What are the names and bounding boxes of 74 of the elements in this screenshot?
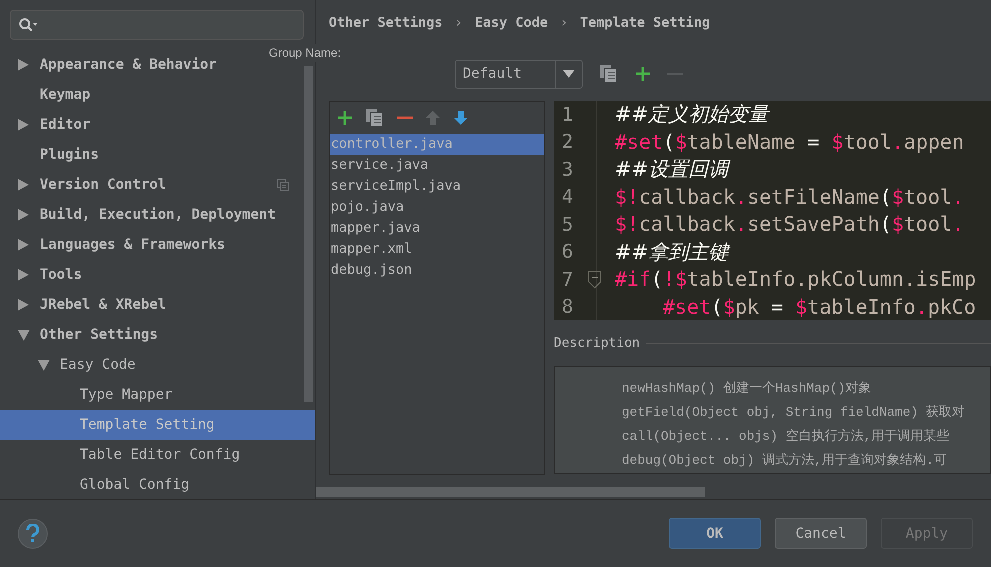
move-down-icon[interactable] [453, 110, 469, 126]
code-line: #if(!$tableInfo.pkColumn.isEmp [615, 266, 976, 293]
code-line: #set($pk = $tableInfo.pkCo [662, 294, 976, 320]
tree-item[interactable]: Version Control [0, 170, 315, 200]
code-line: #set($tableName = $tool.appen [615, 128, 964, 156]
breadcrumb-item[interactable]: Other Settings [329, 15, 443, 31]
tree-item[interactable]: Easy Code [0, 350, 144, 380]
description-text: getField(Object obj, String fieldName) 获取对 [622, 404, 966, 422]
code-line: ##拿到主键 [615, 238, 729, 266]
dropdown-arrow-icon [563, 70, 575, 78]
tree-item[interactable]: Table Editor Config [0, 440, 248, 470]
group-dropdown[interactable]: Default [455, 60, 583, 88]
help-icon [26, 524, 40, 544]
file-item[interactable]: mapper.xml [330, 239, 544, 260]
tree-item[interactable]: Build, Execution, Deployment [0, 200, 284, 230]
expanded-arrow-icon [38, 360, 50, 370]
file-item[interactable]: service.java [330, 155, 544, 176]
line-number: 2 [562, 131, 574, 154]
scrollbar[interactable] [316, 487, 705, 497]
help-button[interactable] [18, 518, 48, 548]
tree-item[interactable]: Global Config [0, 470, 198, 500]
breadcrumb-item[interactable]: Easy Code [474, 15, 548, 31]
tree-item[interactable]: Plugins [0, 140, 108, 170]
line-number: 1 [562, 104, 574, 126]
collapsed-arrow-icon [18, 59, 29, 71]
code-line: $!callback.setFileName($tool. [615, 184, 964, 210]
description-text: newHashMap() 创建一个HashMap()对象 [622, 380, 873, 398]
collapsed-arrow-icon [18, 209, 29, 221]
line-number: 5 [562, 214, 574, 236]
code-line: ##定义初始变量 [615, 101, 769, 128]
file-item[interactable]: serviceImpl.java [330, 176, 544, 197]
description-text: call(Object... objs) 空白执行方法,用于调用某些 [622, 428, 951, 446]
line-number: 6 [562, 241, 574, 264]
copy-icon[interactable] [599, 64, 619, 84]
section-title: Description [554, 336, 640, 350]
search-field[interactable] [10, 10, 304, 40]
search-icon [19, 18, 39, 32]
scrollbar[interactable] [304, 66, 313, 402]
collapsed-arrow-icon [18, 239, 29, 251]
code-line: ##设置回调 [615, 156, 729, 183]
tree-item[interactable]: Appearance & Behavior [0, 50, 226, 80]
separator: › [454, 15, 463, 31]
tree-item[interactable]: Tools [0, 260, 90, 290]
tree-item[interactable]: Other Settings [0, 320, 166, 350]
file-item[interactable]: pojo.java [330, 197, 544, 218]
collapsed-arrow-icon [18, 299, 29, 311]
description-text: debug(Object obj) 调式方法,用于查询对象结构.可 [622, 452, 948, 470]
tree-item[interactable]: Template Setting [0, 410, 315, 440]
file-item[interactable]: mapper.java [330, 218, 544, 239]
remove-icon[interactable] [397, 116, 413, 120]
tree-item[interactable]: Languages & Frameworks [0, 230, 234, 260]
line-number: 3 [562, 158, 574, 181]
breadcrumb-item[interactable]: Template Setting [580, 15, 710, 31]
expanded-arrow-icon [18, 330, 30, 340]
fold-icon[interactable] [588, 271, 602, 289]
code-editor[interactable]: 1 2 3 4 5 6 7 8 ##定义初始变量 #set($tableName = $tool.appen ##设置回调 $!callback.setFileName($tool. $!callback.setSavePath($tool. ##拿到主键 #if(!$tableInfo.pkColumn.isEmp #set($pk = $tableInfo.pkCo [554, 101, 991, 320]
collapsed-arrow-icon [18, 179, 29, 191]
tree-item[interactable]: Keymap [0, 80, 99, 110]
code-line: $!callback.setSavePath($tool. [615, 211, 964, 238]
line-number: 4 [562, 186, 574, 208]
tree-item[interactable]: Editor [0, 110, 99, 140]
copy-icon[interactable] [365, 108, 385, 128]
collapsed-arrow-icon [18, 119, 29, 131]
file-item[interactable]: debug.json [330, 260, 544, 281]
line-number: 7 [562, 268, 574, 291]
add-icon[interactable] [337, 110, 353, 126]
dialog-button[interactable]: Cancel [775, 518, 867, 549]
add-icon[interactable] [635, 66, 651, 82]
dialog-button[interactable]: OK [669, 518, 761, 549]
line-number: 8 [562, 296, 574, 318]
separator: › [560, 15, 568, 31]
collapsed-arrow-icon [18, 269, 29, 281]
tree-item[interactable]: Type Mapper [0, 380, 181, 410]
tree-item[interactable]: JRebel & XRebel [0, 290, 174, 320]
